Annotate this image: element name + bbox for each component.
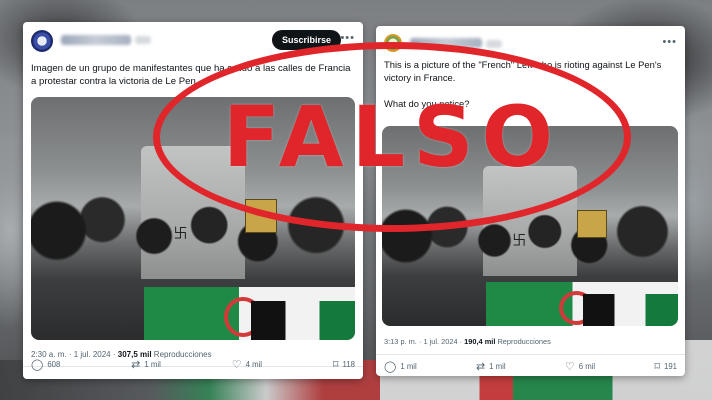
reply-button[interactable]: ◯ 608 [31, 359, 60, 370]
false-verdict-stamp: FALSO [153, 42, 631, 232]
tweet-date[interactable]: 1 jul. 2024 [74, 350, 111, 359]
heart-icon: ♡ [231, 358, 242, 371]
views-label: Reproducciones [497, 337, 551, 346]
palestinian-flag [251, 301, 355, 340]
tweet-meta: 2:30 a. m. · 1 jul. 2024 · 307,5 mil Rep… [31, 350, 212, 359]
more-dots-icon[interactable]: ••• [662, 36, 677, 48]
bookmark-button[interactable]: ⌑ 118 [333, 359, 355, 370]
blurred-username [61, 35, 131, 45]
views-label: Reproducciones [153, 350, 212, 359]
graffiti: 卐 [512, 233, 527, 249]
blurred-handle [486, 40, 502, 48]
reply-button[interactable]: ◯ 1 mil [384, 361, 417, 372]
bookmark-icon: ⌑ [654, 360, 660, 373]
heart-icon: ♡ [564, 360, 575, 373]
stamp-label: FALSO [222, 88, 562, 186]
like-button[interactable]: ♡ 4 mil [232, 359, 262, 370]
reply-icon: ◯ [31, 358, 44, 371]
tweet-time[interactable]: 3:13 p. m. [384, 337, 417, 346]
tweet-date[interactable]: 1 jul. 2024 [423, 337, 457, 346]
protest-sign [577, 210, 607, 238]
graffiti: 卐 [173, 226, 188, 243]
palestinian-flag [583, 294, 678, 326]
blurred-verified-badge [135, 36, 151, 44]
more-dots-icon[interactable]: ••• [340, 32, 355, 44]
repost-button[interactable]: ⇄ 1 mil [131, 359, 161, 370]
like-button[interactable]: ♡ 6 mil [565, 361, 595, 372]
reply-icon: ◯ [384, 360, 397, 373]
bookmark-button[interactable]: ⌑ 191 [654, 361, 677, 372]
repost-icon: ⇄ [475, 360, 486, 373]
divider [376, 354, 685, 355]
tweet-actions: ◯ 1 mil ⇄ 1 mil ♡ 6 mil ⌑ 191 [384, 361, 677, 372]
bookmark-icon: ⌑ [332, 358, 339, 371]
views-count: 190,4 mil [464, 337, 496, 346]
tweet-actions: ◯ 608 ⇄ 1 mil ♡ 4 mil ⌑ 118 [31, 359, 355, 370]
repost-button[interactable]: ⇄ 1 mil [476, 361, 506, 372]
repost-icon: ⇄ [131, 358, 141, 371]
tweet-meta: 3:13 p. m. · 1 jul. 2024 · 190,4 mil Rep… [384, 337, 551, 346]
avatar[interactable] [31, 30, 53, 52]
